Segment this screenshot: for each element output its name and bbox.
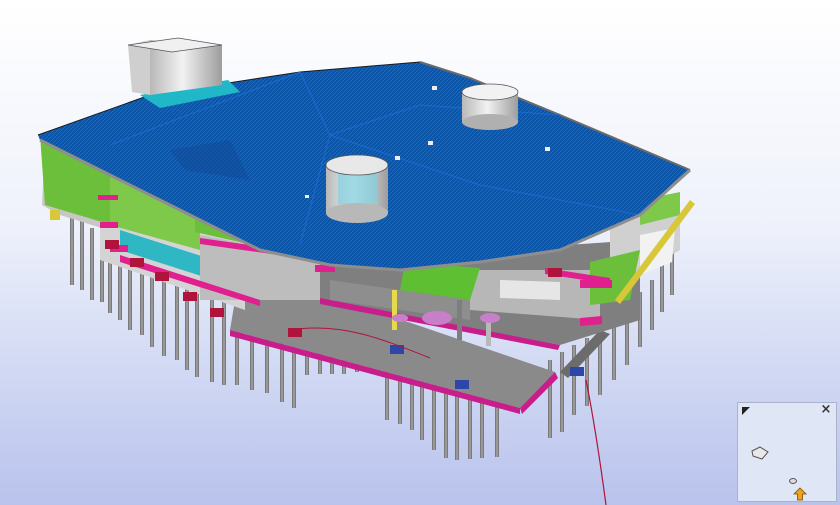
navigator-panel[interactable]: × — [737, 402, 837, 502]
building-model[interactable] — [0, 0, 840, 505]
target-icon — [789, 478, 797, 484]
3d-viewport[interactable]: × — [0, 0, 840, 505]
rooftop-cylinder-right — [461, 83, 519, 130]
position-arrow-icon — [793, 487, 807, 501]
corner-arrow-icon[interactable] — [741, 406, 751, 416]
cable-line — [585, 379, 607, 505]
rooftop-cylinder-center — [325, 154, 389, 223]
close-icon[interactable]: × — [820, 403, 832, 416]
camera-icon — [751, 446, 769, 460]
